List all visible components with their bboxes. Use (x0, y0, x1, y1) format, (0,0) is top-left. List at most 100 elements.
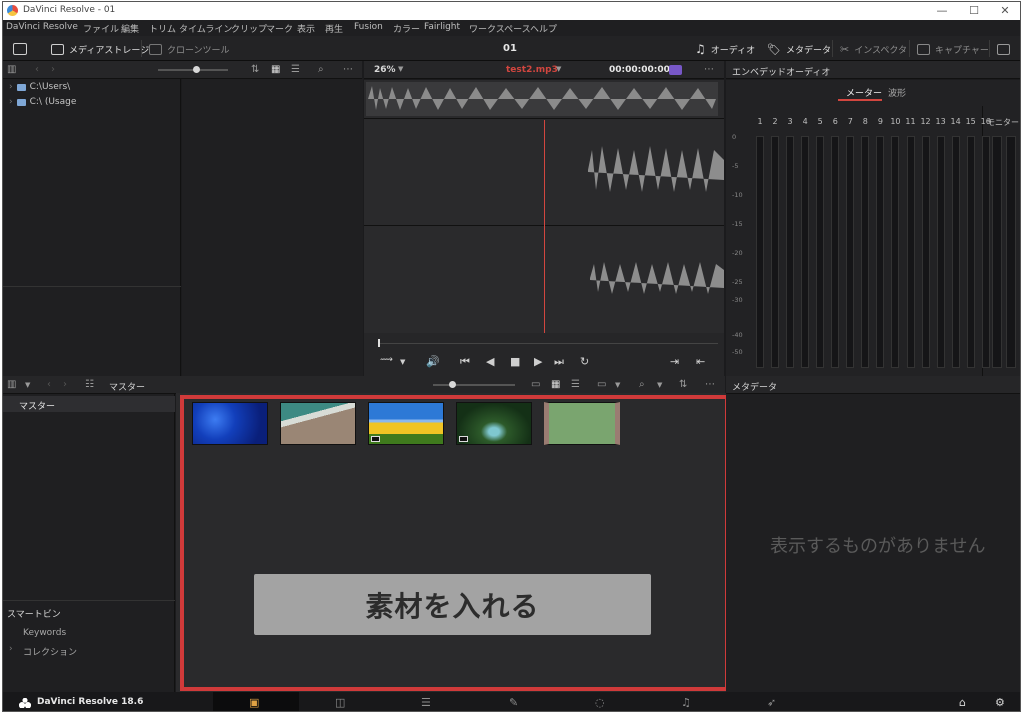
menu-fusion[interactable]: Fusion (354, 22, 383, 32)
chevron-down-icon[interactable]: ▼ (400, 358, 405, 366)
volume-icon[interactable]: 🔊 (426, 355, 440, 368)
sort-icon[interactable]: ⇅ (679, 379, 687, 390)
jump-to-start-icon[interactable]: ⏮ (460, 355, 470, 369)
color-page-icon[interactable]: ◌ (595, 696, 605, 709)
page-navigation-bar: DaVinci Resolve 18.6 ▣ ◫ ☰ ✎ ◌ ♫ ➶ ⌂ ⚙ (3, 692, 1020, 711)
chevron-down-icon[interactable]: ▼ (615, 381, 620, 389)
search-icon[interactable]: ⌕ (639, 379, 645, 390)
clip-thumbnail-blue-bubbles[interactable] (192, 402, 268, 445)
chevron-down-icon[interactable]: ▼ (25, 381, 30, 389)
scrub-handle[interactable] (378, 339, 380, 347)
smart-bin-collections[interactable]: コレクション (23, 645, 77, 658)
list-view-icon[interactable]: ☰ (571, 379, 580, 390)
forward-icon[interactable]: › (63, 379, 67, 390)
sidebar-toggle-icon[interactable]: ▥ (7, 64, 16, 75)
close-button[interactable]: ✕ (990, 3, 1020, 19)
menu-mark[interactable]: マーク (266, 22, 293, 35)
list-view-icon[interactable]: ☰ (291, 64, 300, 75)
toolbar-divider (832, 40, 833, 57)
media-storage-button[interactable]: メディアストレージ (51, 41, 149, 57)
menu-edit[interactable]: 編集 (121, 22, 139, 35)
audio-button[interactable]: ♫ オーディオ (695, 41, 755, 57)
back-icon[interactable]: ‹ (35, 64, 39, 75)
slider-knob[interactable] (449, 381, 456, 388)
chevron-down-icon[interactable]: ▼ (657, 381, 662, 389)
menu-fairlight[interactable]: Fairlight (424, 22, 460, 32)
menu-trim[interactable]: トリム (149, 22, 176, 35)
menu-davinci-resolve[interactable]: DaVinci Resolve (6, 22, 78, 32)
more-options-icon[interactable]: ⋯ (343, 64, 353, 75)
tab-waveform[interactable]: 波形 (888, 86, 906, 99)
settings-gear-icon[interactable]: ⚙ (995, 696, 1005, 709)
sidebar-toggle-icon[interactable]: ▥ (7, 379, 16, 390)
fusion-page-icon[interactable]: ✎ (509, 696, 518, 709)
grid-view-icon[interactable]: ▦ (551, 379, 560, 390)
menu-timeline[interactable]: タイムライン (179, 22, 232, 35)
viewer-layout-icon[interactable]: ▭ (597, 379, 606, 390)
menu-playback[interactable]: 再生 (325, 22, 343, 35)
tag-icon: 🏷 (767, 42, 781, 56)
audio-viewer[interactable] (364, 80, 724, 333)
bin-list-icon[interactable]: ☷ (85, 379, 94, 390)
back-icon[interactable]: ‹ (47, 379, 51, 390)
tree-item-users[interactable]: › C:\Users\ (9, 82, 70, 92)
deliver-page-icon[interactable]: ➶ (767, 696, 776, 709)
cut-page-icon[interactable]: ◫ (335, 696, 345, 709)
db-scale-label: -20 (732, 249, 743, 257)
stop-icon[interactable]: ■ (510, 355, 520, 368)
thumbnail-size-slider[interactable] (158, 66, 228, 73)
play-icon[interactable]: ▶ (534, 355, 542, 368)
clip-thumbnail-sunflowers[interactable] (368, 402, 444, 445)
menu-view[interactable]: 表示 (297, 22, 315, 35)
more-options-icon[interactable]: ⋯ (704, 64, 714, 75)
minimize-button[interactable]: — (927, 3, 957, 19)
inspector-button[interactable]: ✂ インスペクタ (840, 41, 907, 57)
maximize-button[interactable]: ☐ (959, 3, 989, 19)
mark-in-icon[interactable]: ⇥ (670, 355, 679, 368)
page-tab-media[interactable]: ▣ (213, 692, 299, 711)
clip-name[interactable]: test2.mp3 (506, 65, 558, 75)
tab-meter[interactable]: メーター (846, 86, 882, 99)
bin-master[interactable]: マスター (3, 396, 175, 412)
metadata-button[interactable]: 🏷 メタデータ (767, 41, 831, 57)
menu-file[interactable]: ファイル (83, 22, 119, 35)
clip-thumbnail-beach[interactable] (280, 402, 356, 445)
menu-color[interactable]: カラー (393, 22, 420, 35)
chevron-down-icon[interactable]: ▼ (556, 65, 561, 73)
workspace-dropdown-button[interactable] (13, 41, 27, 57)
mark-out-icon[interactable]: ⇤ (696, 355, 705, 368)
metadata-view-icon[interactable]: ▭ (531, 379, 540, 390)
menu-help[interactable]: ヘルプ (530, 22, 557, 35)
audio-meters-panel: メーター 波形 モニター 1 2 3 4 5 6 7 8 9 10 11 12 13 14 15 16 0 -5… (726, 80, 1020, 376)
slider-knob[interactable] (193, 66, 200, 73)
channel-meter (846, 136, 855, 368)
zoom-level[interactable]: 26% (374, 65, 396, 75)
play-reverse-icon[interactable]: ◀ (486, 355, 494, 368)
clip-thumbnail-waterfall[interactable] (456, 402, 532, 445)
audio-scrub-icon[interactable]: ⟿ (380, 355, 393, 365)
capture-button[interactable]: キャプチャー (917, 41, 989, 57)
smart-bin-keywords[interactable]: Keywords (23, 628, 66, 638)
chevron-right-icon[interactable]: › (9, 644, 13, 654)
viewer-mode-icon[interactable] (669, 65, 682, 75)
clone-tool-button[interactable]: クローンツール (149, 41, 230, 57)
playhead[interactable] (544, 120, 545, 333)
home-icon[interactable]: ⌂ (959, 696, 966, 709)
forward-icon[interactable]: › (51, 64, 55, 75)
scrub-bar[interactable] (378, 339, 718, 347)
chevron-down-icon[interactable]: ▼ (398, 65, 403, 73)
fairlight-page-icon[interactable]: ♫ (681, 696, 691, 709)
search-icon[interactable]: ⌕ (318, 64, 324, 75)
tree-item-c-drive[interactable]: › C:\ (Usage (9, 97, 76, 107)
jump-to-end-icon[interactable]: ⏭ (554, 355, 564, 369)
more-options-icon[interactable]: ⋯ (705, 379, 715, 390)
menu-workspace[interactable]: ワークスペース (469, 22, 531, 35)
loop-icon[interactable]: ↻ (580, 355, 589, 368)
thumbnail-size-slider[interactable] (433, 381, 515, 388)
grid-view-icon[interactable]: ▦ (271, 64, 280, 75)
edit-page-icon[interactable]: ☰ (421, 696, 431, 709)
menu-clip[interactable]: クリップ (231, 22, 267, 35)
clip-thumbnail-audio-green[interactable] (544, 402, 620, 445)
sort-icon[interactable]: ⇅ (251, 64, 259, 75)
monitor-button[interactable] (997, 41, 1010, 57)
